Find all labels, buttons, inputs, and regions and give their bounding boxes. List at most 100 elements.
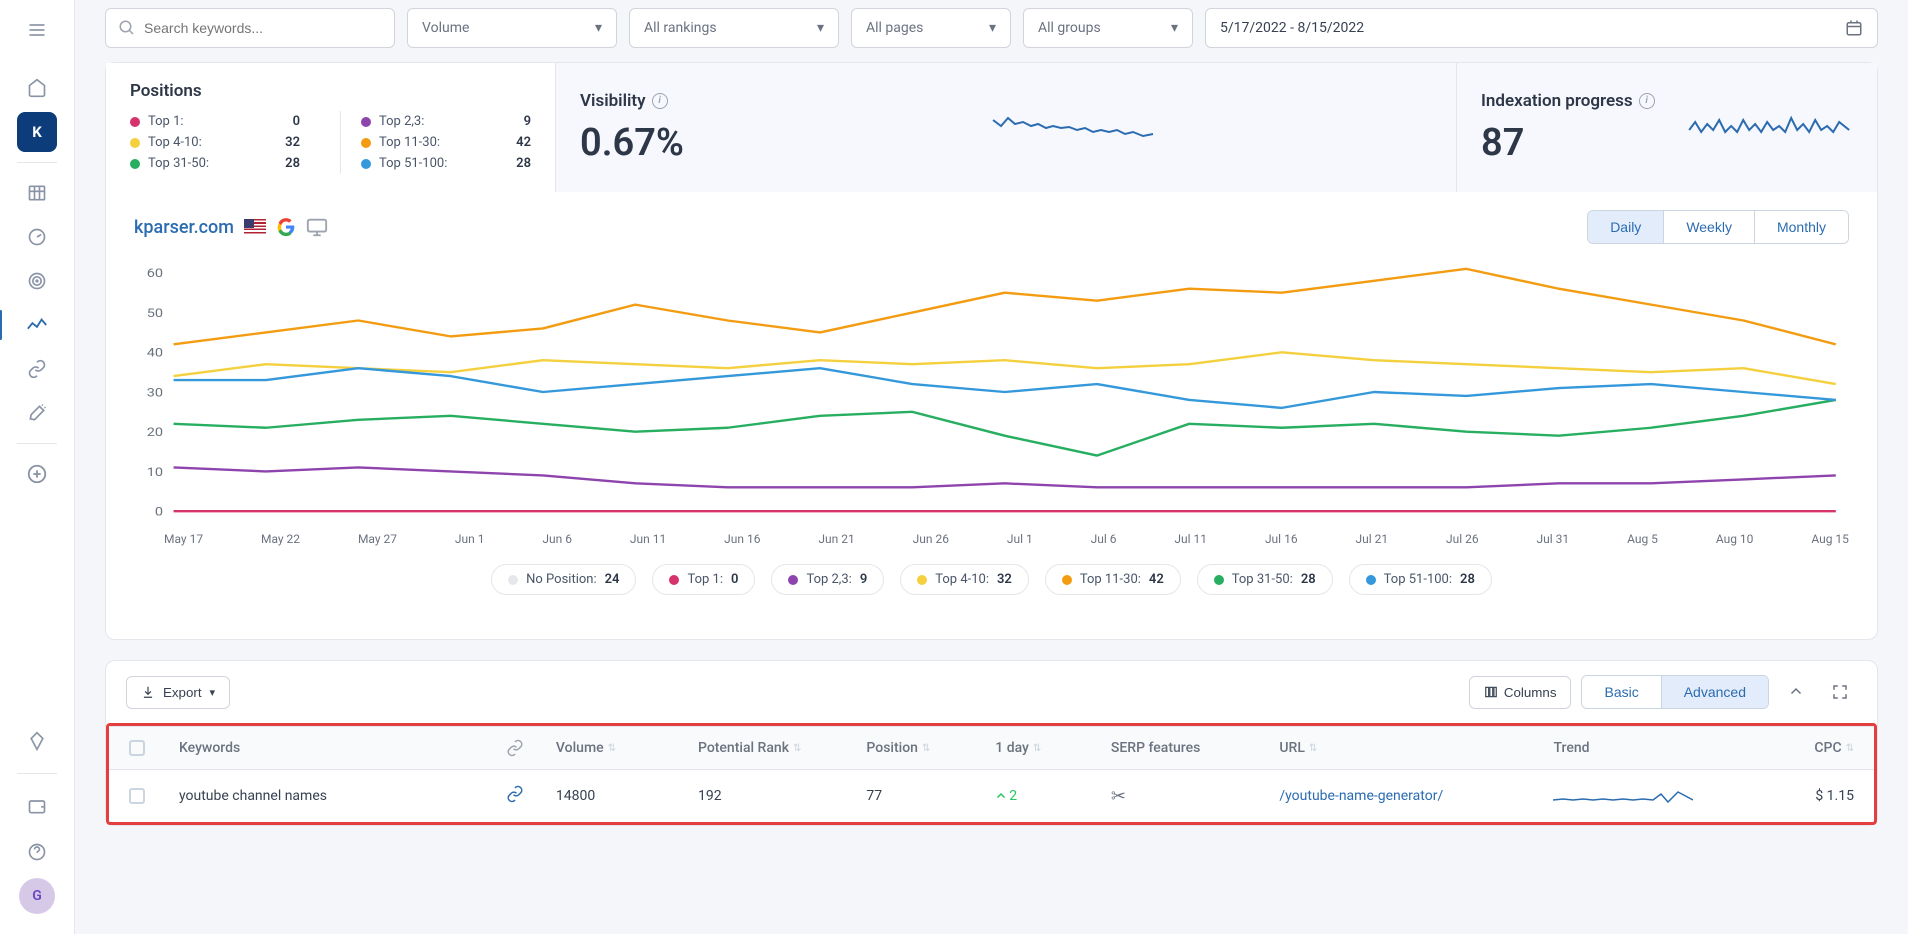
nav-keywords[interactable]: K (17, 112, 57, 152)
position-stat: Top 51-100:28 (361, 153, 531, 174)
cell-keyword: youtube channel names (179, 788, 496, 804)
highlighted-table: Keywords Volume⇅ Potential Rank⇅ Positio… (106, 723, 1877, 825)
x-tick: Aug 5 (1627, 532, 1658, 546)
nav-table[interactable] (17, 173, 57, 213)
position-stat: Top 2,3:9 (361, 111, 531, 132)
th-day1[interactable]: 1 day⇅ (995, 740, 1101, 756)
collapse-button[interactable] (1779, 675, 1813, 709)
table-toolbar: Export ▾ Columns Basic Advanced (106, 661, 1877, 723)
x-tick: Jun 6 (542, 532, 572, 546)
nav-chart[interactable] (17, 305, 57, 345)
domain-link[interactable]: kparser.com (134, 217, 234, 238)
svg-text:20: 20 (147, 426, 163, 439)
volume-dropdown[interactable]: Volume ▾ (407, 8, 617, 48)
cell-cpc: $ 1.15 (1775, 788, 1854, 804)
cell-volume: 14800 (556, 788, 688, 804)
th-volume[interactable]: Volume⇅ (556, 740, 688, 756)
groups-dropdown[interactable]: All groups ▾ (1023, 8, 1193, 48)
advanced-tab[interactable]: Advanced (1661, 676, 1768, 708)
nav-gem[interactable] (17, 721, 57, 761)
search-input[interactable] (144, 20, 382, 36)
nav-speed[interactable] (17, 217, 57, 257)
th-potential[interactable]: Potential Rank⇅ (698, 740, 856, 756)
rankings-dropdown[interactable]: All rankings ▾ (629, 8, 839, 48)
legend-item[interactable]: Top 31-50: 28 (1197, 564, 1333, 595)
x-tick: Jun 16 (724, 532, 760, 546)
th-keywords[interactable]: Keywords (179, 740, 496, 756)
calendar-icon (1845, 19, 1863, 37)
position-chart: 0102030405060 (134, 262, 1849, 522)
cell-position: 77 (866, 788, 985, 804)
svg-text:40: 40 (147, 347, 163, 360)
legend-item[interactable]: No Position: 24 (491, 564, 636, 595)
nav-magic[interactable] (17, 393, 57, 433)
visibility-block[interactable]: Visibility i 0.67% (556, 63, 1457, 192)
chart-area: 0102030405060 May 17May 22May 27Jun 1Jun… (106, 252, 1877, 639)
x-tick: Jun 1 (455, 532, 485, 546)
x-axis-labels: May 17May 22May 27Jun 1Jun 6Jun 11Jun 16… (134, 526, 1849, 546)
legend-item[interactable]: Top 2,3: 9 (771, 564, 884, 595)
th-url[interactable]: URL⇅ (1279, 740, 1543, 756)
select-all-checkbox[interactable] (129, 740, 145, 756)
columns-icon (1484, 685, 1498, 699)
menu-toggle[interactable] (17, 10, 57, 50)
cell-potential: 192 (698, 788, 856, 804)
x-tick: Jul 21 (1355, 532, 1388, 546)
th-serp[interactable]: SERP features (1111, 740, 1269, 756)
fullscreen-button[interactable] (1823, 675, 1857, 709)
legend-item[interactable]: Top 11-30: 42 (1045, 564, 1181, 595)
th-cpc[interactable]: CPC⇅ (1775, 740, 1854, 756)
daterange-picker[interactable]: 5/17/2022 - 8/15/2022 (1205, 8, 1878, 48)
flag-us-icon (244, 219, 266, 235)
th-link-icon[interactable] (506, 739, 546, 757)
table-row[interactable]: youtube channel names 14800 192 77 2 ✂ /… (109, 769, 1874, 822)
position-stat: Top 31-50:28 (130, 153, 300, 174)
positions-title: Positions (130, 81, 531, 101)
nav-target[interactable] (17, 261, 57, 301)
sidebar: K (0, 0, 75, 934)
search-input-wrap[interactable] (105, 8, 395, 48)
positions-block: Positions Top 1:0Top 4-10:32Top 31-50:28… (106, 63, 556, 192)
svg-text:0: 0 (155, 506, 163, 519)
monthly-tab[interactable]: Monthly (1754, 211, 1848, 243)
nav-wallet[interactable] (17, 786, 57, 826)
legend-item[interactable]: Top 4-10: 32 (900, 564, 1029, 595)
columns-button[interactable]: Columns (1469, 676, 1572, 709)
filter-toolbar: Volume ▾ All rankings ▾ All pages ▾ All … (105, 0, 1878, 62)
daily-tab[interactable]: Daily (1588, 211, 1663, 243)
legend-item[interactable]: Top 51-100: 28 (1349, 564, 1492, 595)
svg-text:30: 30 (147, 386, 163, 399)
nav-add[interactable] (17, 454, 57, 494)
nav-home[interactable] (17, 68, 57, 108)
basic-tab[interactable]: Basic (1582, 676, 1660, 708)
position-stat: Top 1:0 (130, 111, 300, 132)
pages-dropdown[interactable]: All pages ▾ (851, 8, 1011, 48)
dropdown-label: All pages (866, 20, 923, 36)
indexation-title: Indexation progress i (1481, 91, 1655, 111)
cell-url[interactable]: /youtube-name-generator/ (1279, 788, 1543, 804)
position-stat: Top 4-10:32 (130, 132, 300, 153)
indexation-block[interactable]: Indexation progress i 87 (1457, 63, 1877, 192)
dropdown-label: All groups (1038, 20, 1101, 36)
th-trend[interactable]: Trend (1553, 740, 1764, 756)
dropdown-label: All rankings (644, 20, 717, 36)
chevron-down-icon: ▾ (210, 686, 216, 699)
avatar[interactable]: G (19, 878, 55, 914)
x-tick: Jul 26 (1446, 532, 1479, 546)
chart-header: kparser.com Daily Weekly Monthly (106, 192, 1877, 252)
desktop-icon (306, 216, 328, 238)
export-button[interactable]: Export ▾ (126, 676, 230, 709)
view-mode-segment: Basic Advanced (1581, 675, 1769, 709)
nav-links[interactable] (17, 349, 57, 389)
nav-help[interactable] (17, 832, 57, 872)
legend-item[interactable]: Top 1: 0 (652, 564, 755, 595)
keywords-card: Export ▾ Columns Basic Advanced (105, 660, 1878, 826)
row-checkbox[interactable] (129, 788, 145, 804)
th-position[interactable]: Position⇅ (866, 740, 985, 756)
weekly-tab[interactable]: Weekly (1663, 211, 1754, 243)
cell-link-icon[interactable] (506, 785, 546, 807)
divider (17, 162, 57, 163)
indexation-sparkline (1685, 108, 1853, 148)
search-icon (118, 19, 136, 37)
cell-day1: 2 (995, 788, 1101, 804)
